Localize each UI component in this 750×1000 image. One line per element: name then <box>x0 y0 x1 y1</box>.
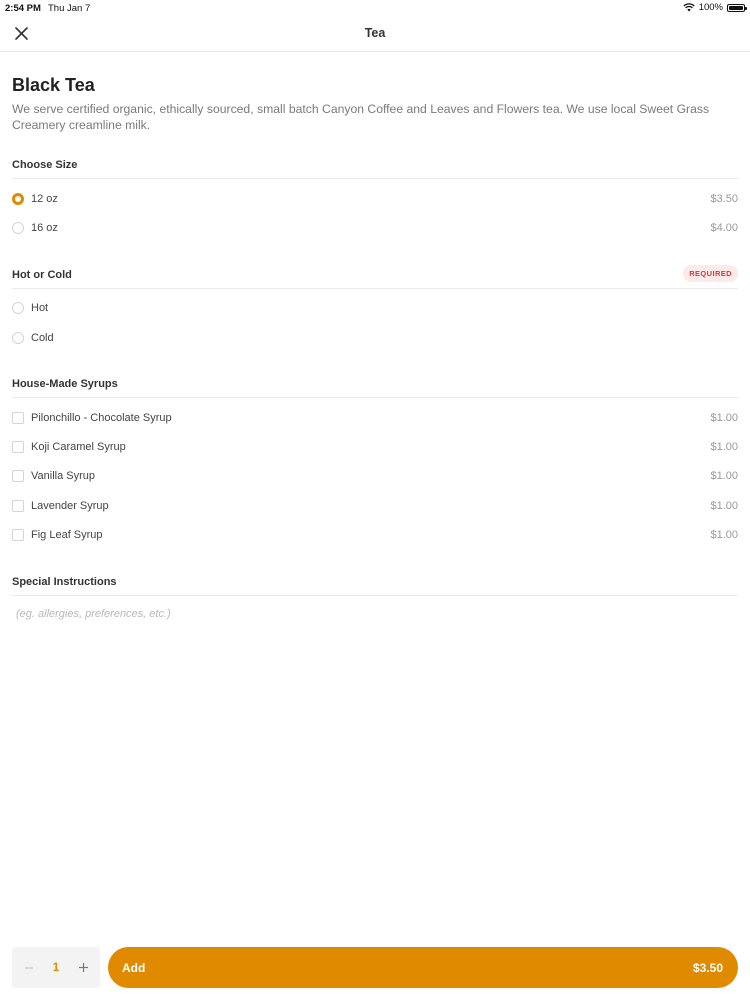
decrement-button[interactable] <box>20 959 38 977</box>
option-label: Fig Leaf Syrup <box>31 529 103 542</box>
radio-selected-icon[interactable] <box>12 192 24 205</box>
size-section-title: Choose Size <box>12 159 78 171</box>
option-label: Koji Caramel Syrup <box>31 441 126 454</box>
special-instructions-input[interactable] <box>12 599 738 628</box>
battery-percent: 100% <box>698 2 723 13</box>
syrup-option-koji-caramel[interactable]: Koji Caramel Syrup $1.00 <box>12 432 738 461</box>
nav-title: Tea <box>364 26 386 40</box>
instructions-section-title: Special Instructions <box>12 575 117 588</box>
status-time: 2:54 PM <box>5 3 41 14</box>
add-button-label: Add <box>122 961 146 975</box>
required-badge: REQUIRED <box>683 264 738 282</box>
item-description: We serve certified organic, ethically so… <box>12 102 710 132</box>
option-price: $4.00 <box>710 221 738 234</box>
syrup-option-fig-leaf[interactable]: Fig Leaf Syrup $1.00 <box>12 520 738 549</box>
nav-bar: Tea <box>0 16 750 52</box>
add-button-total: $3.50 <box>692 961 723 975</box>
quantity-stepper: 1 <box>12 947 100 988</box>
item-title: Black Tea <box>12 75 95 95</box>
add-to-order-button[interactable]: Add $3.50 <box>108 947 738 988</box>
wifi-icon <box>683 3 695 12</box>
syrup-option-pilonchillo[interactable]: Pilonchillo - Chocolate Syrup $1.00 <box>12 403 738 432</box>
radio-icon[interactable] <box>12 221 24 234</box>
size-section-header: Choose Size <box>12 153 738 179</box>
battery-icon <box>727 3 747 12</box>
option-price: $1.00 <box>710 499 738 512</box>
option-label: 12 oz <box>31 192 58 205</box>
option-label: Cold <box>31 331 54 344</box>
size-option-16oz[interactable]: 16 oz $4.00 <box>12 213 738 242</box>
increment-button[interactable] <box>74 959 92 977</box>
radio-icon[interactable] <box>12 302 24 315</box>
quantity-value: 1 <box>52 961 60 974</box>
syrup-section-title: House-Made Syrups <box>12 378 118 391</box>
size-section: Choose Size 12 oz $3.50 16 oz $4.00 <box>12 153 738 243</box>
status-bar: 2:54 PM Thu Jan 7 100% <box>0 0 750 16</box>
size-option-12oz[interactable]: 12 oz $3.50 <box>12 184 738 213</box>
option-label: Lavender Syrup <box>31 499 109 512</box>
temp-section-title: Hot or Cold <box>12 268 72 281</box>
syrup-option-vanilla[interactable]: Vanilla Syrup $1.00 <box>12 462 738 491</box>
status-date: Thu Jan 7 <box>48 3 91 14</box>
checkbox-icon[interactable] <box>12 411 24 424</box>
status-right: 100% <box>683 2 747 13</box>
syrup-option-lavender[interactable]: Lavender Syrup $1.00 <box>12 491 738 520</box>
temp-section: Hot or Cold REQUIRED Hot Cold <box>12 263 738 353</box>
instructions-section-header: Special Instructions <box>12 570 738 596</box>
option-price: $3.50 <box>710 192 738 205</box>
temp-option-cold[interactable]: Cold <box>12 323 738 352</box>
instructions-section: Special Instructions <box>12 570 738 628</box>
checkbox-icon[interactable] <box>12 499 24 512</box>
option-label: Vanilla Syrup <box>31 470 95 483</box>
option-label: 16 oz <box>31 221 58 234</box>
plus-icon <box>78 963 88 972</box>
temp-section-header: Hot or Cold REQUIRED <box>12 263 738 289</box>
option-price: $1.00 <box>710 470 738 483</box>
option-price: $1.00 <box>710 529 738 542</box>
syrup-section-header: House-Made Syrups <box>12 372 738 399</box>
option-label: Hot <box>31 302 49 315</box>
option-label: Pilonchillo - Chocolate Syrup <box>31 411 172 424</box>
checkbox-icon[interactable] <box>12 470 24 483</box>
radio-icon[interactable] <box>12 331 24 344</box>
option-price: $1.00 <box>710 411 738 424</box>
temp-option-hot[interactable]: Hot <box>12 294 738 323</box>
checkbox-icon[interactable] <box>12 529 24 542</box>
option-price: $1.00 <box>710 441 738 454</box>
minus-icon <box>25 966 33 969</box>
checkbox-icon[interactable] <box>12 441 24 454</box>
bottom-bar: 1 Add $3.50 <box>12 947 738 988</box>
item-content: Black Tea We serve certified organic, et… <box>12 75 738 628</box>
syrup-section: House-Made Syrups Pilonchillo - Chocolat… <box>12 372 738 549</box>
